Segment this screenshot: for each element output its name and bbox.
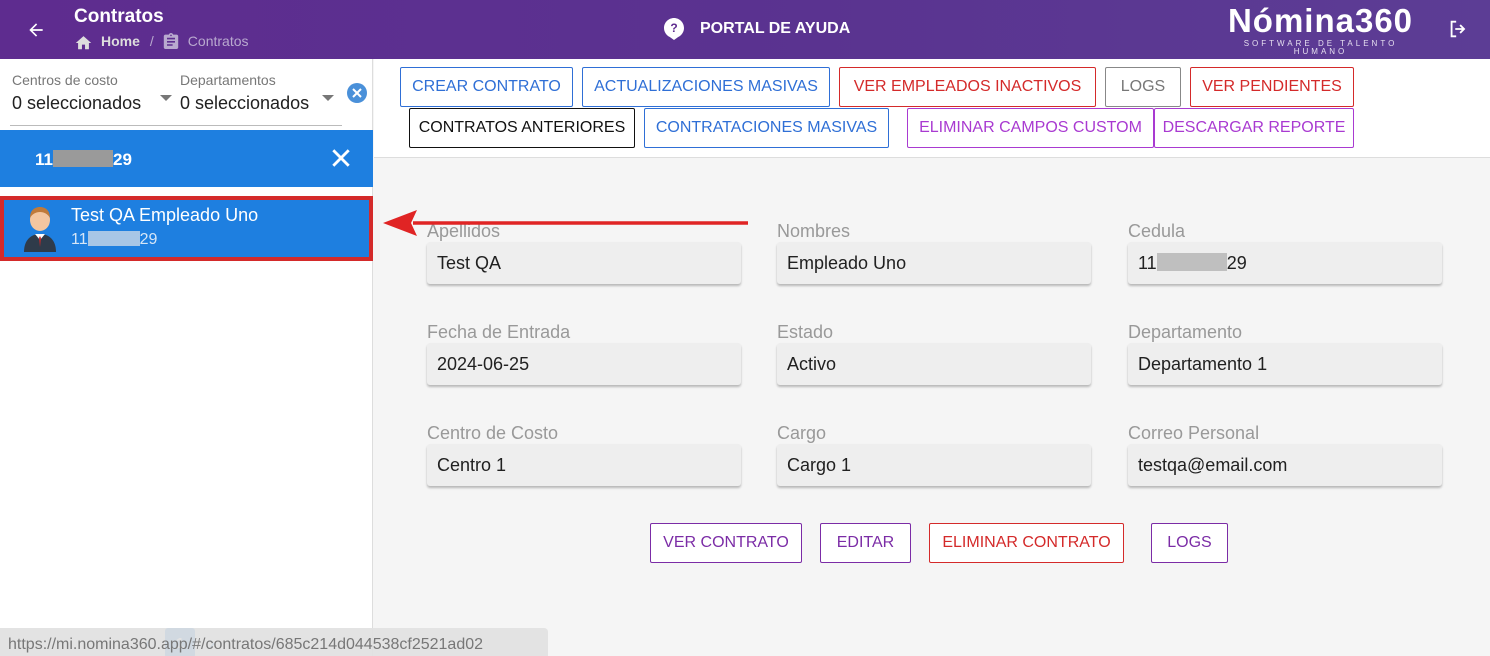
department-filter[interactable]: Departamentos 0 seleccionados <box>180 72 309 114</box>
id-suffix: 29 <box>1226 253 1247 273</box>
create-contract-button[interactable]: CREAR CONTRATO <box>400 67 573 107</box>
redacted-block <box>87 231 140 246</box>
search-bar[interactable]: 11 29 <box>0 130 373 187</box>
pending-button[interactable]: VER PENDIENTES <box>1190 67 1354 107</box>
page-title: Contratos <box>74 6 164 27</box>
id-number-field: 11 29 <box>1128 242 1442 284</box>
cost-center-field: Centro 1 <box>427 444 741 486</box>
filter-value: 0 seleccionados <box>12 93 142 113</box>
field-label: Departamento <box>1128 322 1243 342</box>
field-label: Correo Personal <box>1128 423 1260 443</box>
field-label: Centro de Costo <box>427 423 559 443</box>
app-header: Contratos Home / Contratos ? PORTAL DE A… <box>0 0 1490 59</box>
annotation-arrow-icon <box>383 208 751 243</box>
contract-logs-button[interactable]: LOGS <box>1151 523 1228 563</box>
department-field: Departamento 1 <box>1128 343 1442 385</box>
help-icon: ? <box>664 18 684 40</box>
action-toolbar: CREAR CONTRATO ACTUALIZACIONES MASIVAS V… <box>374 59 1490 158</box>
previous-contracts-button[interactable]: CONTRATOS ANTERIORES <box>409 108 635 148</box>
search-suffix: 29 <box>112 150 132 169</box>
field-label: Cedula <box>1128 221 1186 241</box>
status-url: https://mi.nomina360.app/#/contratos/685… <box>0 628 548 656</box>
filter-label: Departamentos <box>180 72 276 88</box>
position-field: Cargo 1 <box>777 444 1091 486</box>
help-portal-link[interactable]: ? PORTAL DE AYUDA <box>664 18 850 40</box>
logout-icon[interactable] <box>1447 18 1469 45</box>
id-prefix: 11 <box>1138 253 1157 273</box>
breadcrumb-home-label: Home <box>101 33 140 49</box>
clipboard-icon <box>163 33 178 49</box>
chevron-down-icon[interactable] <box>322 95 334 101</box>
breadcrumb-current: Contratos <box>163 32 249 50</box>
cost-center-filter[interactable]: Centros de costo 0 seleccionados <box>12 72 141 114</box>
id-suffix: 29 <box>139 231 158 248</box>
personal-email-field: testqa@email.com <box>1128 444 1442 486</box>
close-icon[interactable] <box>332 149 350 172</box>
logo-subtitle: SOFTWARE DE TALENTO HUMANO <box>1243 39 1398 56</box>
logo-text: Nómina360 <box>1227 2 1414 39</box>
names-field: Empleado Uno <box>777 242 1091 284</box>
inactive-employees-button[interactable]: VER EMPLEADOS INACTIVOS <box>839 67 1096 107</box>
status-field: Activo <box>777 343 1091 385</box>
svg-text:?: ? <box>670 21 677 35</box>
nomina360-logo: Nómina360 SOFTWARE DE TALENTO HUMANO <box>1218 2 1423 56</box>
list-item[interactable]: Test QA Empleado Uno 11 29 <box>0 196 373 261</box>
employee-name: Test QA Empleado Uno <box>71 205 259 225</box>
redacted-block <box>52 150 113 167</box>
employee-sidebar: Centros de costo 0 seleccionados Departa… <box>0 59 373 656</box>
field-label: Estado <box>777 322 834 342</box>
delete-contract-button[interactable]: ELIMINAR CONTRATO <box>929 523 1124 563</box>
id-prefix: 11 <box>71 231 88 248</box>
view-contract-button[interactable]: VER CONTRATO <box>650 523 802 563</box>
home-icon <box>75 35 92 49</box>
breadcrumb-home[interactable]: Home <box>74 33 140 50</box>
search-prefix: 11 <box>35 150 53 169</box>
breadcrumb-separator: / <box>149 33 154 49</box>
start-date-field: 2024-06-25 <box>427 343 741 385</box>
field-label: Fecha de Entrada <box>427 322 571 342</box>
edit-button[interactable]: EDITAR <box>820 523 911 563</box>
field-label: Cargo <box>777 423 827 443</box>
bulk-hiring-button[interactable]: CONTRATACIONES MASIVAS <box>644 108 889 148</box>
employee-id: 11 29 <box>71 231 157 249</box>
search-input[interactable]: 11 29 <box>35 150 132 170</box>
filter-label: Centros de costo <box>12 72 118 88</box>
download-report-button[interactable]: DESCARGAR REPORTE <box>1154 108 1354 148</box>
surname-field: Test QA <box>427 242 741 284</box>
back-arrow-icon[interactable] <box>22 16 50 44</box>
redacted-block <box>1156 253 1227 271</box>
avatar <box>22 206 58 257</box>
delete-custom-fields-button[interactable]: ELIMINAR CAMPOS CUSTOM <box>907 108 1154 148</box>
breadcrumb: Home / Contratos <box>74 32 249 50</box>
field-label: Nombres <box>777 221 851 241</box>
divider <box>10 125 342 126</box>
help-label: PORTAL DE AYUDA <box>700 20 851 37</box>
chevron-down-icon[interactable] <box>160 95 172 101</box>
bulk-updates-button[interactable]: ACTUALIZACIONES MASIVAS <box>582 67 830 107</box>
breadcrumb-current-label: Contratos <box>187 33 249 49</box>
logs-button[interactable]: LOGS <box>1105 67 1181 107</box>
clear-filters-icon[interactable] <box>347 83 367 103</box>
filter-value: 0 seleccionados <box>180 93 310 113</box>
